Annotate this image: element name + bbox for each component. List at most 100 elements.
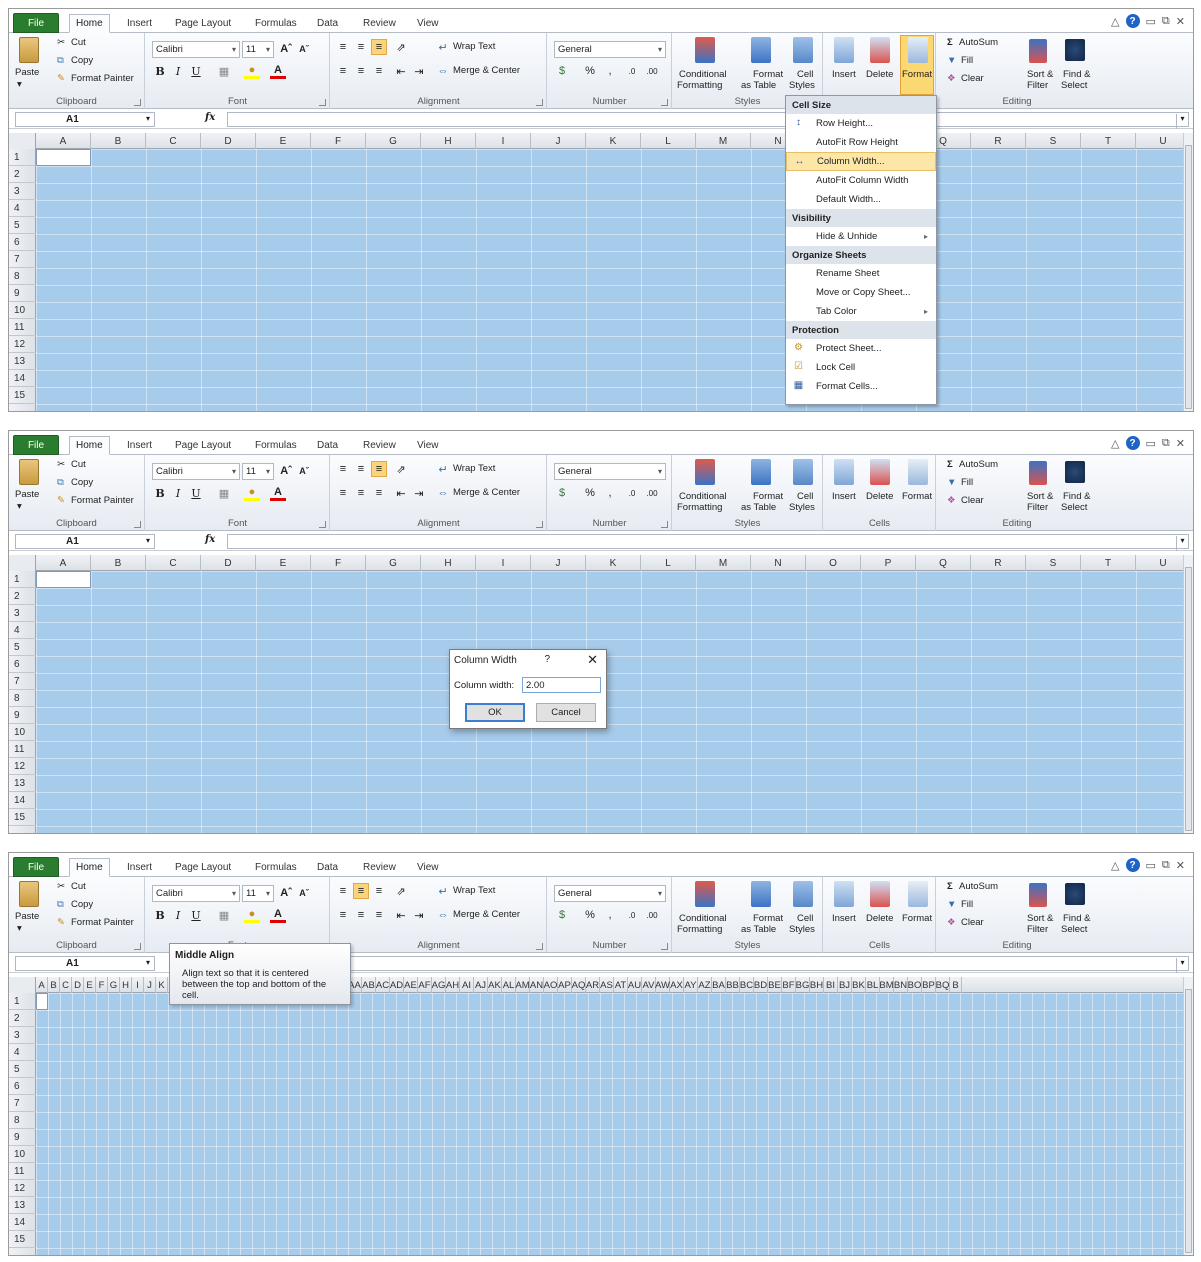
row-header[interactable]: 4	[9, 1044, 36, 1061]
tab-insert[interactable]: Insert	[121, 14, 158, 33]
row-header[interactable]: 12	[9, 758, 36, 775]
column-header[interactable]: L	[641, 133, 696, 149]
help-icon[interactable]: ?	[1125, 14, 1140, 28]
cut-button[interactable]: Cut	[71, 459, 86, 470]
expand-formula-icon[interactable]: ▾	[1176, 536, 1188, 551]
grow-font-icon[interactable]: Aˆ	[278, 463, 294, 479]
formula-input[interactable]: ▾	[227, 956, 1189, 973]
column-header[interactable]: BL	[866, 977, 880, 993]
column-header[interactable]: AQ	[572, 977, 586, 993]
insert-button[interactable]: Insert	[832, 491, 856, 502]
borders-icon[interactable]: ▦	[216, 63, 232, 79]
format-painter-button[interactable]: Format Painter	[71, 495, 134, 506]
percent-icon[interactable]: %	[582, 485, 598, 501]
alignment-launcher-icon[interactable]	[536, 943, 543, 950]
tab-page-layout[interactable]: Page Layout	[169, 858, 237, 877]
column-header[interactable]: H	[120, 977, 132, 993]
format-button[interactable]: Format	[902, 491, 932, 502]
row-header[interactable]: 11	[9, 1163, 36, 1180]
accounting-icon[interactable]: $	[554, 63, 570, 79]
column-header[interactable]: AG	[432, 977, 446, 993]
column-header[interactable]: BG	[796, 977, 810, 993]
file-tab[interactable]: File	[13, 13, 59, 33]
cell-styles-button[interactable]: Cell	[797, 491, 813, 502]
column-header[interactable]: I	[476, 555, 531, 571]
italic-icon[interactable]: I	[170, 907, 186, 923]
underline-icon[interactable]: U	[188, 907, 204, 923]
alignment-launcher-icon[interactable]	[536, 99, 543, 106]
format-painter-button[interactable]: Format Painter	[71, 73, 134, 84]
italic-icon[interactable]: I	[170, 485, 186, 501]
center-icon[interactable]: ≡	[353, 63, 369, 79]
expand-formula-icon[interactable]: ▾	[1176, 114, 1188, 129]
tab-view[interactable]: View	[411, 436, 445, 455]
row-header[interactable]: 10	[9, 302, 36, 319]
row-header[interactable]: 10	[9, 724, 36, 741]
row-header[interactable]: 14	[9, 370, 36, 387]
select-all-corner[interactable]	[9, 977, 36, 993]
clipboard-launcher-icon[interactable]	[134, 99, 141, 106]
ok-button[interactable]: OK	[465, 703, 525, 722]
cancel-button[interactable]: Cancel	[536, 703, 596, 722]
name-box[interactable]: A1 ▾	[15, 956, 155, 971]
column-header[interactable]: B	[48, 977, 60, 993]
sort-filter-button[interactable]: Sort &	[1027, 491, 1053, 502]
paste-dropdown-icon[interactable]: ▾	[17, 923, 22, 934]
minimize-icon[interactable]: ▭	[1146, 859, 1156, 872]
tab-insert[interactable]: Insert	[121, 858, 158, 877]
paste-button[interactable]: Paste	[15, 67, 39, 78]
close-icon[interactable]: ✕	[1176, 437, 1185, 450]
column-header[interactable]: AU	[628, 977, 642, 993]
fill-color-icon[interactable]: ●	[244, 907, 260, 923]
row-header[interactable]: 7	[9, 673, 36, 690]
find-select-button[interactable]: Find &	[1063, 491, 1090, 502]
column-header[interactable]: BH	[810, 977, 824, 993]
row-header[interactable]: 7	[9, 251, 36, 268]
column-header[interactable]: A	[36, 977, 48, 993]
menu-column-width[interactable]: ↔ Column Width...	[786, 152, 936, 171]
row-header[interactable]: 13	[9, 1197, 36, 1214]
grow-font-icon[interactable]: Aˆ	[278, 885, 294, 901]
paste-icon[interactable]	[19, 459, 39, 485]
menu-move-copy[interactable]: Move or Copy Sheet...	[786, 283, 936, 302]
grow-font-icon[interactable]: Aˆ	[278, 41, 294, 57]
column-header[interactable]: D	[201, 555, 256, 571]
fill-button[interactable]: Fill	[961, 477, 973, 488]
column-header[interactable]: BQ	[936, 977, 950, 993]
column-header[interactable]: K	[586, 133, 641, 149]
align-left-icon[interactable]: ≡	[335, 63, 351, 79]
wrap-text-button[interactable]: Wrap Text	[453, 463, 495, 474]
column-header[interactable]: K	[156, 977, 168, 993]
column-header[interactable]: BB	[726, 977, 740, 993]
column-header[interactable]: F	[311, 133, 366, 149]
bottom-align-icon[interactable]: ≡	[371, 461, 387, 477]
close-icon[interactable]: ✕	[587, 652, 598, 668]
tab-view[interactable]: View	[411, 858, 445, 877]
autosum-button[interactable]: AutoSum	[959, 37, 998, 48]
column-header[interactable]: AK	[488, 977, 502, 993]
row-header[interactable]: 11	[9, 741, 36, 758]
column-header[interactable]: AF	[418, 977, 432, 993]
percent-icon[interactable]: %	[582, 907, 598, 923]
delete-button[interactable]: Delete	[866, 491, 893, 502]
number-launcher-icon[interactable]	[661, 521, 668, 528]
paste-icon[interactable]	[19, 881, 39, 907]
ribbon-minimize-icon[interactable]: △	[1111, 15, 1119, 28]
row-header[interactable]: 14	[9, 1214, 36, 1231]
delete-button[interactable]: Delete	[866, 69, 893, 80]
bottom-align-icon[interactable]: ≡	[371, 39, 387, 55]
row-header[interactable]: 15	[9, 1231, 36, 1248]
column-header[interactable]: BD	[754, 977, 768, 993]
paste-icon[interactable]	[19, 37, 39, 63]
row-header[interactable]: 14	[9, 792, 36, 809]
column-header[interactable]: E	[256, 555, 311, 571]
column-header[interactable]: AW	[655, 977, 670, 993]
column-header[interactable]: T	[1081, 133, 1136, 149]
column-header[interactable]: BP	[922, 977, 936, 993]
autosum-button[interactable]: AutoSum	[959, 881, 998, 892]
column-header[interactable]: AO	[544, 977, 558, 993]
column-header[interactable]: J	[144, 977, 156, 993]
column-header[interactable]: AL	[502, 977, 516, 993]
row-header[interactable]: 2	[9, 166, 36, 183]
column-header[interactable]: J	[531, 133, 586, 149]
